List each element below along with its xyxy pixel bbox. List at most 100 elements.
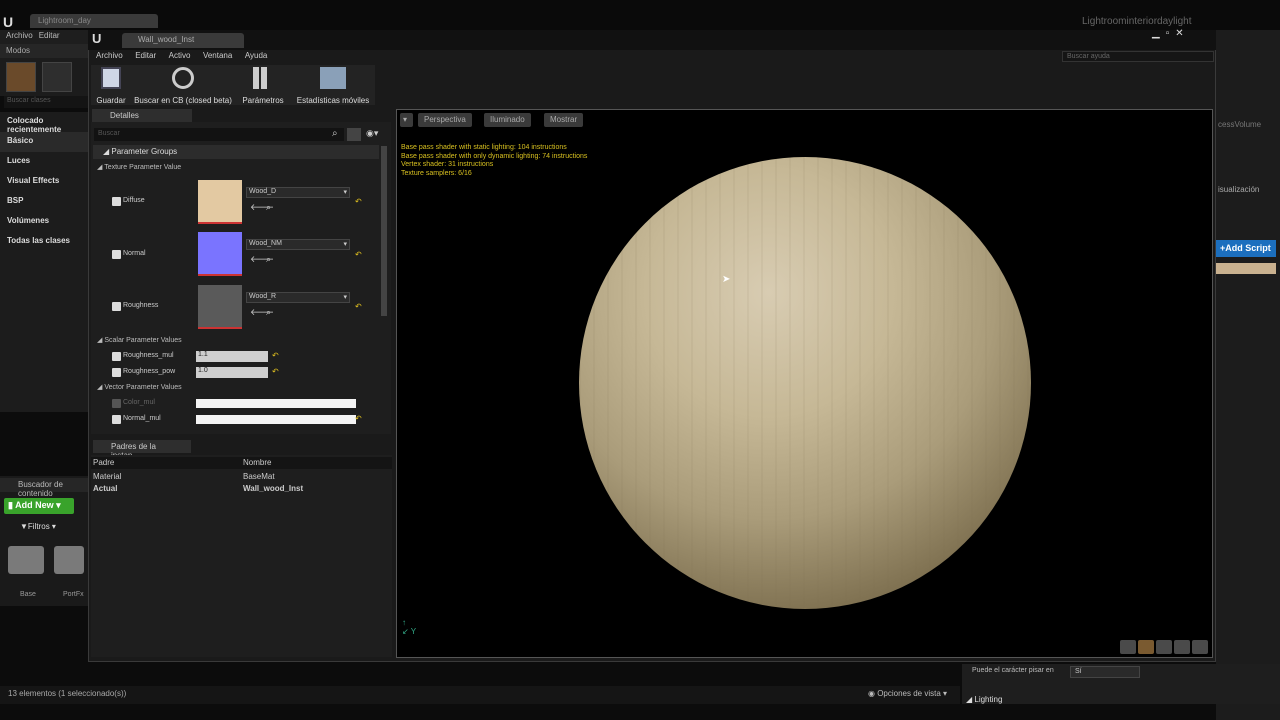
unreal-logo-icon: U [92, 31, 102, 46]
category-visual-effects[interactable]: Visual Effects [0, 172, 90, 192]
normal-thumbnail[interactable] [198, 232, 242, 276]
details-tab[interactable]: Detalles [92, 109, 192, 122]
character-step-dropdown[interactable]: Sí [1070, 666, 1140, 678]
parent-row-current[interactable]: Actual [93, 484, 117, 493]
normal-label: Normal [123, 250, 146, 257]
eye-icon[interactable]: ◉▾ [366, 128, 378, 139]
parent-row-material-name[interactable]: BaseMat [243, 472, 275, 481]
reset-icon[interactable]: ↶ [355, 250, 362, 259]
perspective-button[interactable]: Perspectiva [418, 113, 472, 127]
preview-sphere-icon[interactable] [1138, 640, 1154, 654]
normal-mul-label: Normal_mul [123, 415, 161, 422]
class-categories: Colocado recientemente Básico Luces Visu… [0, 112, 90, 412]
menu-editar[interactable]: Editar [135, 51, 156, 60]
grid-view-icon[interactable] [347, 128, 361, 141]
back-menu-bar: Archivo Editar [0, 30, 92, 44]
category-volumes[interactable]: Volúmenes [0, 212, 90, 232]
parent-row-material[interactable]: Material [93, 472, 121, 481]
back-window-title: Lightroominteriordaylight [1082, 16, 1192, 27]
col-name: Nombre [243, 458, 272, 467]
roughness-checkbox[interactable] [112, 302, 121, 311]
save-button[interactable]: Guardar [95, 67, 127, 105]
stat-line: Base pass shader with static lighting: 1… [401, 144, 567, 151]
parents-tab[interactable]: Padres de la instan [93, 440, 191, 460]
menu-activo[interactable]: Activo [169, 51, 191, 60]
preview-plane-icon[interactable] [1156, 640, 1172, 654]
viewport-menu-button[interactable]: ▾ [400, 113, 413, 127]
reset-icon[interactable]: ↶ [355, 197, 362, 206]
roughness-pow-checkbox[interactable] [112, 368, 121, 377]
normal-asset-dropdown[interactable]: Wood_NM ▾ [246, 239, 350, 250]
vector-group-header[interactable]: ◢ Vector Parameter Values [97, 383, 182, 391]
show-button[interactable]: Mostrar [544, 113, 584, 127]
color-swatch [1216, 263, 1276, 274]
category-lights[interactable]: Luces [0, 152, 90, 172]
color-mul-checkbox[interactable] [112, 399, 121, 408]
parameters-button[interactable]: Parámetros [241, 67, 285, 105]
folder-icon[interactable] [8, 546, 44, 574]
diffuse-asset-dropdown[interactable]: Wood_D ▾ [246, 187, 350, 198]
category-bsp[interactable]: BSP [0, 192, 90, 212]
category-recent[interactable]: Colocado recientemente [0, 112, 90, 134]
lit-button[interactable]: Iluminado [484, 113, 531, 127]
mobile-stats-button[interactable]: Estadísticas móviles [293, 67, 373, 105]
search-classes-input[interactable]: Buscar clases [4, 96, 88, 108]
browse-icon[interactable]: ⌕ [266, 307, 271, 318]
roughness-thumbnail[interactable] [198, 285, 242, 329]
normal-mul-swatch[interactable] [196, 415, 356, 424]
back-editor-tab[interactable]: Lightroom_day [30, 14, 158, 28]
scalar-group-header[interactable]: ◢ Scalar Parameter Values [97, 336, 182, 344]
roughness-mul-checkbox[interactable] [112, 352, 121, 361]
texture-group-header[interactable]: ◢ Texture Parameter Value [97, 163, 181, 171]
normal-mul-checkbox[interactable] [112, 415, 121, 424]
preview-cube-icon[interactable] [1174, 640, 1190, 654]
category-all[interactable]: Todas las clases [0, 232, 90, 252]
details-scrollbar[interactable] [381, 146, 387, 316]
folder-icon[interactable] [54, 546, 84, 574]
add-script-button[interactable]: +Add Script [1216, 240, 1276, 257]
modes-tab[interactable]: Modos [0, 44, 90, 58]
content-browser-tab[interactable]: Buscador de contenido [0, 478, 90, 498]
add-new-button[interactable]: ▮ Add New ▾ [4, 498, 74, 514]
window-controls[interactable]: ▁▫✕ [1152, 28, 1190, 39]
browse-icon[interactable]: ⌕ [266, 202, 271, 213]
lighting-section[interactable]: ◢ Lighting [966, 695, 1002, 704]
menu-archivo[interactable]: Archivo [96, 51, 123, 60]
menu-editar[interactable]: Editar [39, 31, 60, 40]
preview-sphere [579, 157, 1031, 609]
preview-cylinder-icon[interactable] [1120, 640, 1136, 654]
volume-text: cessVolume [1218, 120, 1262, 129]
diffuse-thumbnail[interactable] [198, 180, 242, 224]
details-search-input[interactable]: Buscar [94, 128, 344, 141]
category-basic[interactable]: Básico [0, 132, 90, 152]
roughness-asset-dropdown[interactable]: Wood_R ▾ [246, 292, 350, 303]
filters-button[interactable]: ▼Filtros ▾ [20, 522, 56, 531]
menu-ayuda[interactable]: Ayuda [245, 51, 268, 60]
menu-ventana[interactable]: Ventana [203, 51, 232, 60]
diffuse-label: Diffuse [123, 197, 145, 204]
find-in-cb-button[interactable]: Buscar en CB (closed beta) [133, 67, 233, 105]
help-search-input[interactable]: Buscar ayuda [1062, 51, 1214, 62]
menu-archivo[interactable]: Archivo [6, 31, 33, 40]
place-mode-icon[interactable] [6, 62, 36, 92]
reset-icon[interactable]: ↶ [272, 367, 279, 376]
parent-row-current-name[interactable]: Wall_wood_Inst [243, 484, 303, 493]
view-options-button[interactable]: ◉ Opciones de vista ▾ [868, 689, 947, 698]
paint-mode-icon[interactable] [42, 62, 72, 92]
normal-checkbox[interactable] [112, 250, 121, 259]
visualization-text[interactable]: isualización [1218, 185, 1259, 194]
roughness-mul-input[interactable]: 1.1 [196, 351, 268, 362]
parameter-groups-header[interactable]: ◢ Parameter Groups [93, 145, 379, 159]
editor-tab[interactable]: Wall_wood_Inst [122, 33, 244, 48]
folder-label: Base [20, 591, 36, 598]
reset-icon[interactable]: ↶ [355, 414, 362, 423]
color-mul-swatch[interactable] [196, 399, 356, 408]
preview-mesh-icon[interactable] [1192, 640, 1208, 654]
diffuse-checkbox[interactable] [112, 197, 121, 206]
modes-toolbar [0, 58, 90, 96]
browse-icon[interactable]: ⌕ [266, 254, 271, 265]
reset-icon[interactable]: ↶ [355, 302, 362, 311]
reset-icon[interactable]: ↶ [272, 351, 279, 360]
roughness-pow-input[interactable]: 1.0 [196, 367, 268, 378]
parameters-icon [253, 67, 273, 89]
